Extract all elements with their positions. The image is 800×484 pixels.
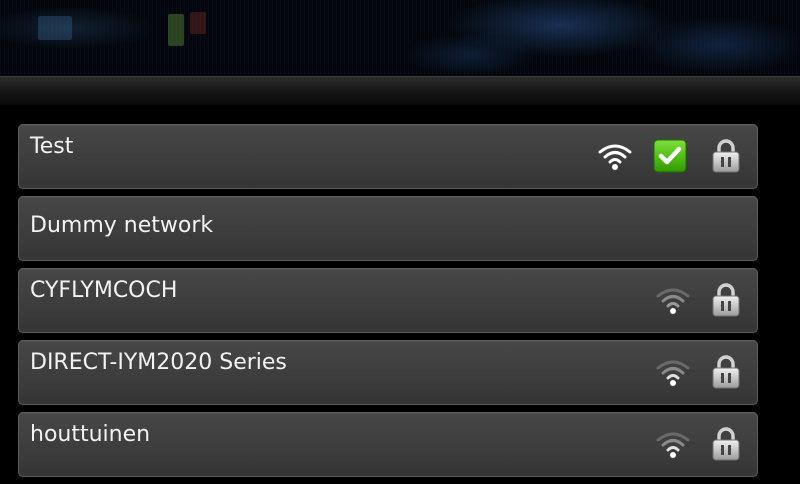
- status-icon-left: [38, 16, 72, 40]
- status-header: [0, 0, 800, 76]
- wifi-signal-icon: [656, 288, 690, 314]
- network-status-icons: [655, 281, 741, 319]
- wifi-signal-icon: [656, 360, 690, 386]
- network-row-houttuinen[interactable]: houttuinen: [18, 412, 758, 477]
- network-row-cyflymcoch[interactable]: CYFLYMCOCH: [18, 268, 758, 333]
- title-bar: [0, 76, 800, 105]
- network-ssid: Test: [30, 134, 74, 159]
- wifi-network-list: Test Dummy network CYFLYMCOCH DIRECT-IYM…: [18, 124, 758, 484]
- padlock-icon: [712, 355, 740, 389]
- network-row-test[interactable]: Test: [18, 124, 758, 189]
- padlock-icon: [712, 283, 740, 317]
- network-ssid: Dummy network: [30, 213, 214, 238]
- network-ssid: DIRECT-IYM2020 Series: [30, 350, 287, 375]
- signal-icon: [190, 12, 206, 34]
- network-ssid: CYFLYMCOCH: [30, 278, 178, 303]
- network-ssid: houttuinen: [30, 422, 151, 447]
- network-row-dummy[interactable]: Dummy network: [18, 196, 758, 261]
- network-row-direct-iym2020[interactable]: DIRECT-IYM2020 Series: [18, 340, 758, 405]
- padlock-icon: [712, 427, 740, 461]
- wifi-signal-icon: [656, 432, 690, 458]
- network-status-icons: [655, 425, 741, 463]
- battery-icon: [168, 14, 184, 46]
- network-status-icons: [655, 353, 741, 391]
- wifi-signal-icon: [598, 144, 632, 170]
- network-status-icons: [597, 137, 741, 175]
- padlock-icon: [712, 139, 740, 173]
- connected-check-icon: [653, 139, 687, 173]
